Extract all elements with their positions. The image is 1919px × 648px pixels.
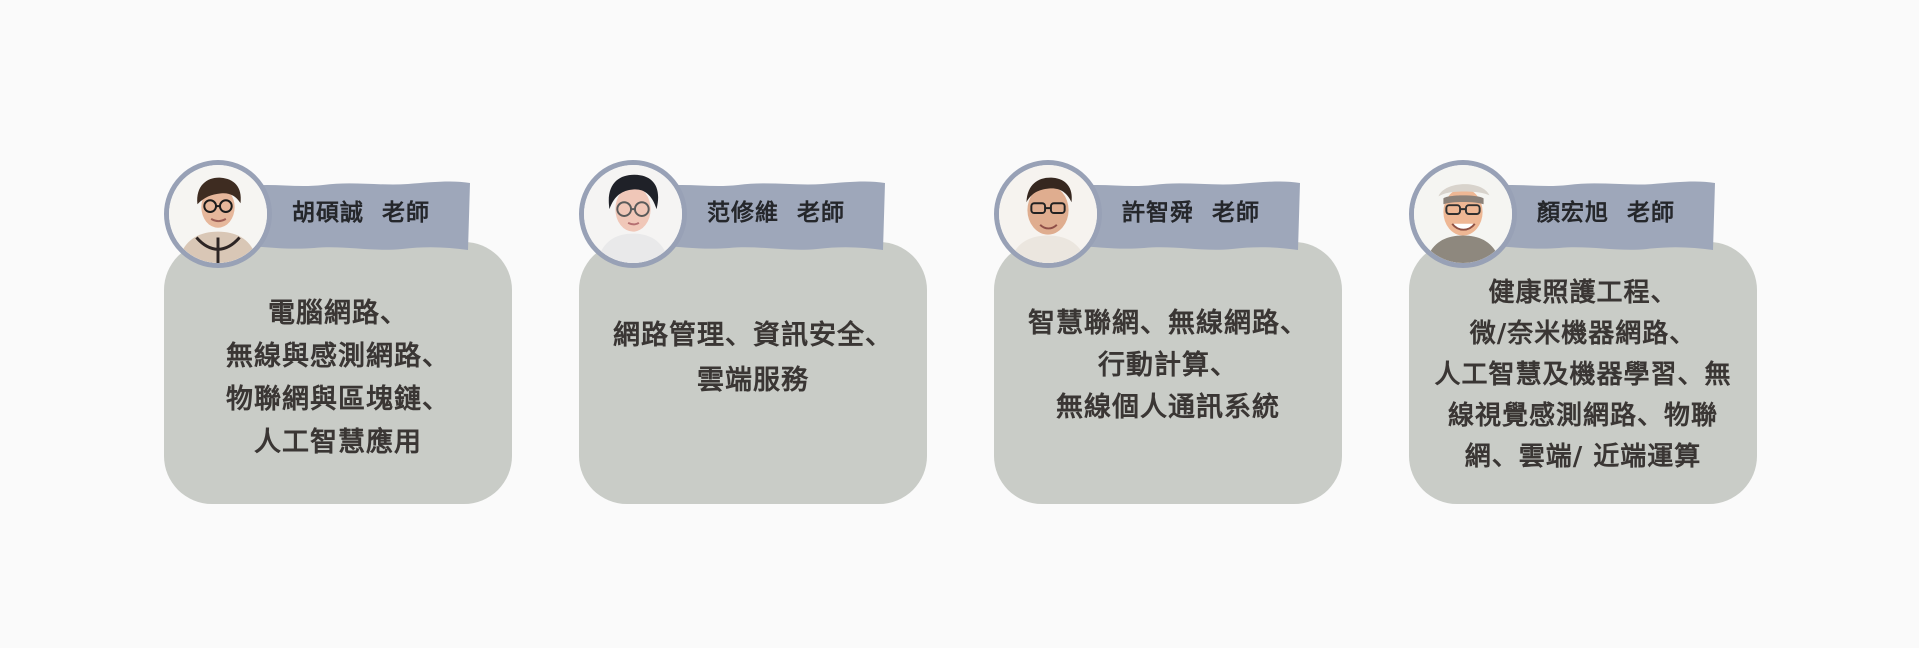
expertise-panel: 智慧聯網、無線網路、 行動計算、 無線個人通訊系統 [994,242,1342,504]
avatar [164,160,272,268]
avatar [1409,160,1517,268]
avatar [579,160,687,268]
faculty-card-hu: 電腦網路、 無線與感測網路、 物聯網與區塊鏈、 人工智慧應用 胡碩誠 老師 [164,160,512,504]
teacher-portrait-icon [1414,165,1512,263]
teacher-name: 胡碩誠 老師 [292,200,431,226]
faculty-card-hsu: 智慧聯網、無線網路、 行動計算、 無線個人通訊系統 許智舜 老師 [994,160,1342,504]
expertise-text: 智慧聯網、無線網路、 行動計算、 無線個人通訊系統 [1028,308,1308,423]
expertise-text: 健康照護工程、 微/奈米機器網路、 人工智慧及機器學習、無 線視覺感測網路、物聯… [1434,277,1732,472]
faculty-card-row: 電腦網路、 無線與感測網路、 物聯網與區塊鏈、 人工智慧應用 胡碩誠 老師 網路… [0,0,1919,648]
expertise-panel: 健康照護工程、 微/奈米機器網路、 人工智慧及機器學習、無 線視覺感測網路、物聯… [1409,242,1757,504]
name-banner: 顏宏旭 老師 [1493,178,1715,250]
expertise-panel: 電腦網路、 無線與感測網路、 物聯網與區塊鏈、 人工智慧應用 [164,242,512,504]
avatar [994,160,1102,268]
teacher-portrait-icon [999,165,1097,263]
teacher-name: 許智舜 老師 [1122,200,1261,226]
name-banner: 許智舜 老師 [1078,178,1300,250]
teacher-name: 顏宏旭 老師 [1537,200,1676,226]
expertise-text: 電腦網路、 無線與感測網路、 物聯網與區塊鏈、 人工智慧應用 [226,298,450,458]
teacher-portrait-icon [169,165,267,263]
expertise-text: 網路管理、資訊安全、 雲端服務 [613,320,893,396]
faculty-card-fan: 網路管理、資訊安全、 雲端服務 范修維 老師 [579,160,927,504]
teacher-name: 范修維 老師 [707,200,846,226]
teacher-portrait-icon [584,165,682,263]
name-banner: 范修維 老師 [663,178,885,250]
name-banner: 胡碩誠 老師 [248,178,470,250]
expertise-panel: 網路管理、資訊安全、 雲端服務 [579,242,927,504]
faculty-card-yen: 健康照護工程、 微/奈米機器網路、 人工智慧及機器學習、無 線視覺感測網路、物聯… [1409,160,1757,504]
